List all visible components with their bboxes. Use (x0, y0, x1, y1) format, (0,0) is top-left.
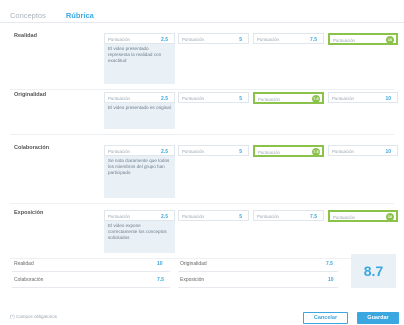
score-option-label: Puntuación (332, 149, 354, 154)
score-option[interactable]: Puntuación 2.5 (104, 210, 175, 221)
level-description: Se nota claramente que todos los miembro… (104, 156, 175, 198)
summary-label-originalidad: Originalidad (180, 261, 207, 267)
score-option-value: 5 (239, 95, 242, 102)
score-option[interactable]: Puntuación 2.5 (104, 145, 175, 156)
level-description: El video presentado representa la realid… (104, 44, 175, 84)
score-option-value: 5 (239, 36, 242, 43)
summary-label-exposicion: Exposición (180, 277, 205, 283)
level-description: El video presentado es original (104, 103, 175, 129)
save-button[interactable]: Guardar (357, 312, 399, 324)
score-option[interactable]: Puntuación 7.5 (253, 92, 324, 104)
summary-label-realidad: Realidad (14, 261, 34, 267)
score-option[interactable]: Puntuación 10 (328, 210, 398, 222)
criterion-name: Exposición (14, 210, 44, 216)
score-option-value: 2.5 (161, 95, 168, 102)
criterion-divider (10, 258, 394, 259)
score-option[interactable]: Puntuación 5 (178, 145, 249, 156)
summary-divider (12, 271, 170, 272)
criterion-divider (10, 134, 394, 135)
score-option-label: Puntuación (333, 215, 355, 220)
criterion-block: Colaboración Puntuación 2.5 Puntuación 5 Punt… (0, 145, 404, 201)
score-option-value: 7.5 (310, 36, 317, 43)
score-option-label: Puntuación (182, 149, 204, 154)
criterion-name: Colaboración (14, 145, 50, 151)
score-option-label: Puntuación (108, 149, 130, 154)
score-option-value: 2.5 (161, 36, 168, 43)
score-option[interactable]: Puntuación 7.5 (253, 210, 324, 221)
score-option-value: 2.5 (161, 213, 168, 220)
criterion-block: Exposición Puntuación 2.5 Puntuación 5 Puntua… (0, 210, 404, 256)
selected-score-badge: 7.5 (312, 94, 320, 103)
score-option[interactable]: Puntuación 2.5 (104, 92, 175, 103)
score-option-value: 5 (239, 213, 242, 220)
level-description: El video expone correctamente los concep… (104, 221, 175, 253)
score-option[interactable]: Puntuación 5 (178, 210, 249, 221)
criterion-name: Originalidad (14, 92, 47, 98)
criterion-name: Realidad (14, 33, 37, 39)
score-option[interactable]: Puntuación 10 (328, 33, 398, 45)
summary-value-exposicion: 10 (328, 277, 334, 283)
score-option[interactable]: Puntuación 2.5 (104, 33, 175, 44)
summary-label-colaboracion: Colaboración (14, 277, 44, 283)
tab-divider (0, 22, 404, 23)
score-option[interactable]: Puntuación 5 (178, 33, 249, 44)
score-option[interactable]: Puntuación 7.5 (253, 33, 324, 44)
score-option-label: Puntuación (258, 150, 280, 155)
score-option-label: Puntuación (182, 96, 204, 101)
criterion-divider (10, 89, 394, 90)
cancel-button[interactable]: Cancelar (303, 312, 348, 324)
criterion-block: Originalidad Puntuación 2.5 Puntuación 5 Punt… (0, 92, 404, 132)
score-option-label: Puntuación (258, 97, 280, 102)
score-option-label: Puntuación (182, 214, 204, 219)
score-option-label: Puntuación (108, 214, 130, 219)
selected-score-badge: 7.5 (312, 147, 320, 156)
selected-score-badge: 10 (386, 35, 394, 44)
score-option-label: Puntuación (108, 37, 130, 42)
summary-value-colaboracion: 7.5 (157, 277, 164, 283)
score-option-value: 2.5 (161, 148, 168, 155)
score-option-label: Puntuación (108, 96, 130, 101)
score-option-label: Puntuación (257, 214, 279, 219)
required-fields-note: (*) Campos obligatorios (10, 314, 58, 319)
criterion-block: Realidad Puntuación 2.5 Puntuación 5 Puntuaci… (0, 33, 404, 87)
score-option[interactable]: Puntuación 10 (328, 92, 398, 103)
summary-divider (178, 271, 338, 272)
score-option[interactable]: Puntuación 7.5 (253, 145, 324, 157)
score-option-label: Puntuación (333, 38, 355, 43)
summary-divider (178, 287, 338, 288)
score-option-label: Puntuación (182, 37, 204, 42)
score-option-value: 5 (239, 148, 242, 155)
score-option-label: Puntuación (257, 37, 279, 42)
score-option[interactable]: Puntuación 10 (328, 145, 398, 156)
score-option[interactable]: Puntuación 5 (178, 92, 249, 103)
score-option-value: 7.5 (310, 213, 317, 220)
summary-value-originalidad: 7.5 (326, 261, 333, 267)
selected-score-badge: 10 (386, 212, 394, 221)
summary-value-realidad: 10 (157, 261, 163, 267)
score-option-label: Puntuación (332, 96, 354, 101)
score-option-value: 10 (385, 95, 391, 102)
total-score: 8.7 (351, 254, 396, 288)
summary-divider (12, 287, 170, 288)
criterion-divider (10, 203, 394, 204)
score-option-value: 10 (385, 148, 391, 155)
